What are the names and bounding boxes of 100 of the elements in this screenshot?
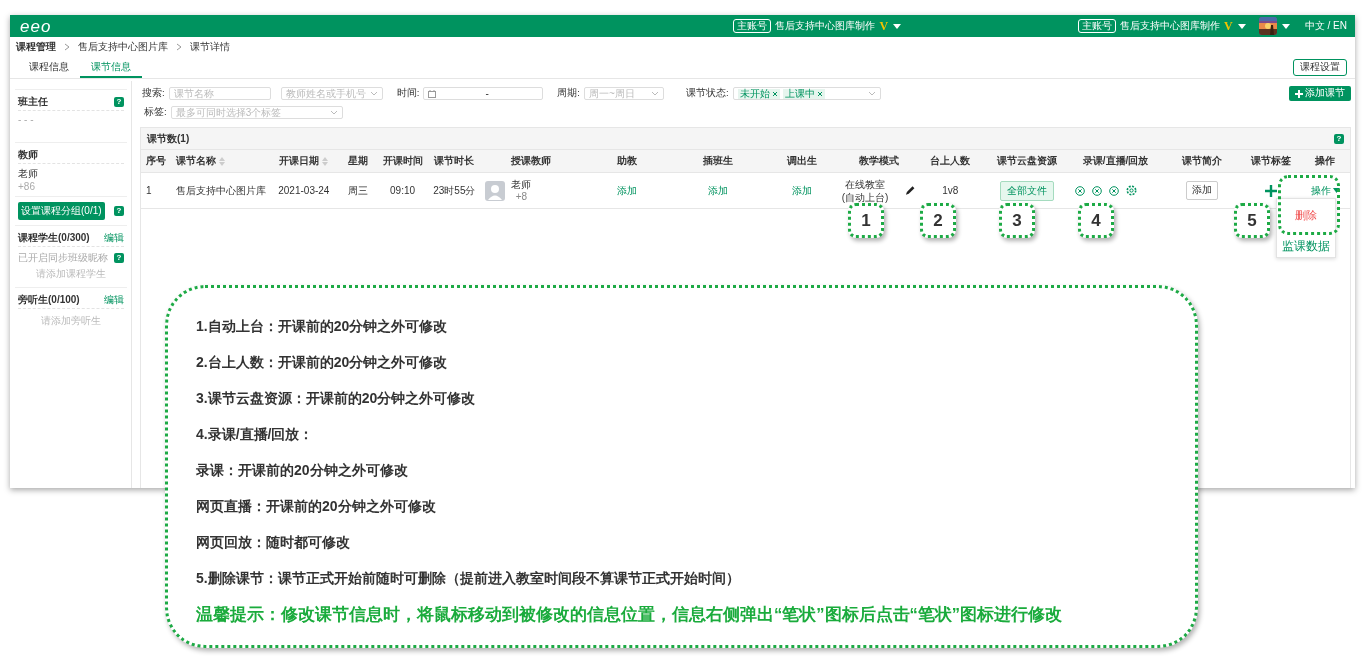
column-header: 星期 [348, 154, 369, 168]
caret-icon [1332, 188, 1340, 193]
date-range-field[interactable]: - [423, 87, 544, 100]
table-title: 课节数(1) [147, 131, 190, 146]
table-cell: 售后支持中心图片库 [175, 183, 266, 198]
actions-dropdown[interactable]: 操作 [1310, 183, 1340, 198]
mode-note: (自动上台) [841, 190, 889, 204]
account-badge: 主账号 [1078, 19, 1117, 33]
column-header[interactable]: 课节名称 [175, 154, 225, 168]
note-text: 3.课节云盘资源：开课前的20分钟之外可修改 [196, 389, 477, 408]
note-text: 录课：开课前的20分钟之外可修改 [196, 461, 409, 480]
column-header: 教学模式 [858, 154, 899, 168]
help-icon[interactable]: ? [114, 206, 124, 216]
menu-item[interactable]: 删除 [1295, 208, 1317, 223]
empty-hint: 请添加课程学生 [35, 267, 107, 281]
vip-mark: V [879, 18, 889, 34]
callout-badge: 5 [1234, 203, 1270, 238]
language-link[interactable]: 中文 / EN [1304, 19, 1347, 33]
add-lesson-button[interactable]: 添加课节 [1289, 86, 1351, 101]
status-tag[interactable]: 上课中 [782, 88, 825, 99]
column-header[interactable]: 开课日期 [279, 154, 329, 168]
note-text: 4.录课/直播/回放： [196, 425, 315, 444]
help-icon[interactable]: ? [1334, 133, 1344, 144]
help-icon[interactable]: ? [114, 97, 124, 107]
sort-icon [322, 156, 329, 166]
column-header: 课节标签 [1251, 154, 1292, 168]
tip-text: 温馨提示：修改课节信息时，将鼠标移动到被修改的信息位置，信息右侧弹出“笔状”图标后点击“笔状”图标进行修改 [196, 604, 1063, 625]
gear-icon[interactable] [1125, 185, 1137, 196]
edit-link[interactable]: 编辑 [104, 231, 124, 245]
edit-link[interactable]: 编辑 [104, 293, 124, 307]
add-link[interactable]: 添加 [708, 183, 729, 198]
plus-icon [1295, 89, 1303, 98]
column-header: 插班生 [703, 154, 734, 168]
add-button[interactable]: 添加 [1185, 181, 1218, 200]
table-cell: 23时55分 [433, 183, 476, 198]
account-badge: 主账号 [733, 19, 772, 33]
caret-icon[interactable] [1280, 21, 1291, 31]
field-label: 课节状态: [685, 87, 729, 100]
status-tag[interactable]: 未开始 [737, 88, 780, 99]
close-circle-icon[interactable] [1091, 185, 1102, 196]
section-title: 旁听生(0/100) [18, 293, 80, 307]
breadcrumb-item[interactable]: 课程管理 [16, 40, 56, 54]
sort-icon [218, 156, 225, 166]
callout-badge: 2 [920, 203, 956, 238]
breadcrumb-item[interactable]: 售后支持中心图片库 [78, 40, 168, 54]
teacher-name: 老师 [511, 178, 532, 191]
vip-mark: V [1224, 18, 1233, 34]
table-cell: 09:10 [390, 185, 416, 196]
account-name: 售后支持中心图库制作 [1120, 19, 1221, 33]
callout-badge: 4 [1078, 203, 1114, 238]
breadcrumb-item[interactable]: 课节详情 [190, 40, 230, 54]
section-title: 班主任 [18, 95, 48, 109]
caret-icon[interactable] [892, 21, 903, 31]
tab[interactable]: 课程信息 [18, 57, 80, 78]
teacher-phone: +8 [514, 190, 529, 203]
note-text: 网页回放：随时都可修改 [196, 533, 351, 552]
sync-note: 已开启同步班级昵称 [18, 250, 108, 265]
close-circle-icon[interactable] [1074, 185, 1085, 196]
close-circle-icon[interactable] [1108, 185, 1119, 196]
all-files-button[interactable]: 全部文件 [999, 180, 1054, 201]
close-icon[interactable] [816, 90, 823, 97]
account-name: 售后支持中心图库制作 [775, 19, 876, 33]
teacher-name: 老师 [18, 167, 39, 181]
caret-icon[interactable] [1236, 21, 1247, 31]
group-button[interactable]: 设置课程分组(0/1) [18, 202, 105, 220]
column-header: 序号 [146, 154, 166, 168]
note-text: 1.自动上台：开课前的20分钟之外可修改 [196, 317, 449, 336]
table-cell: 1 [146, 185, 152, 196]
plus-icon[interactable] [1265, 184, 1278, 197]
course-settings-button[interactable]: 课程设置 [1293, 59, 1347, 76]
section-title: 课程学生(0/300) [18, 231, 90, 245]
add-link[interactable]: 添加 [792, 183, 813, 198]
teaching-mode: 在线教室 [845, 177, 886, 191]
menu-item[interactable]: 监课数据 [1282, 238, 1330, 255]
help-icon[interactable]: ? [114, 252, 124, 263]
column-header: 调出生 [787, 154, 818, 168]
field-label: 时间: [396, 87, 420, 100]
chevron-icon [64, 43, 70, 51]
teacher-phone: +86 [18, 181, 36, 192]
section-title: 教师 [18, 148, 38, 162]
chevron-icon [176, 43, 182, 51]
table-cell: 周三 [348, 183, 369, 198]
add-link[interactable]: 添加 [617, 183, 638, 198]
field-label: 周期: [557, 87, 580, 100]
column-header: 录课/直播/回放 [1082, 154, 1149, 168]
column-header: 操作 [1315, 154, 1336, 168]
logo: eeo [20, 17, 52, 35]
tab[interactable]: 课节信息 [80, 57, 142, 78]
calendar-icon [428, 89, 437, 98]
status-select[interactable]: 未开始 上课中 [732, 87, 881, 100]
pencil-icon[interactable] [905, 185, 916, 196]
column-header: 开课时间 [382, 154, 423, 168]
column-header: 课节简介 [1181, 154, 1222, 168]
empty-value: - - - [18, 114, 35, 127]
table-cell: 1v8 [942, 185, 959, 196]
avatar-icon [485, 180, 506, 201]
field-label: 搜索: [142, 87, 165, 100]
note-text: 网页直播：开课前的20分钟之外可修改 [196, 497, 437, 516]
callout-badge: 1 [848, 203, 884, 238]
close-icon[interactable] [771, 90, 778, 97]
